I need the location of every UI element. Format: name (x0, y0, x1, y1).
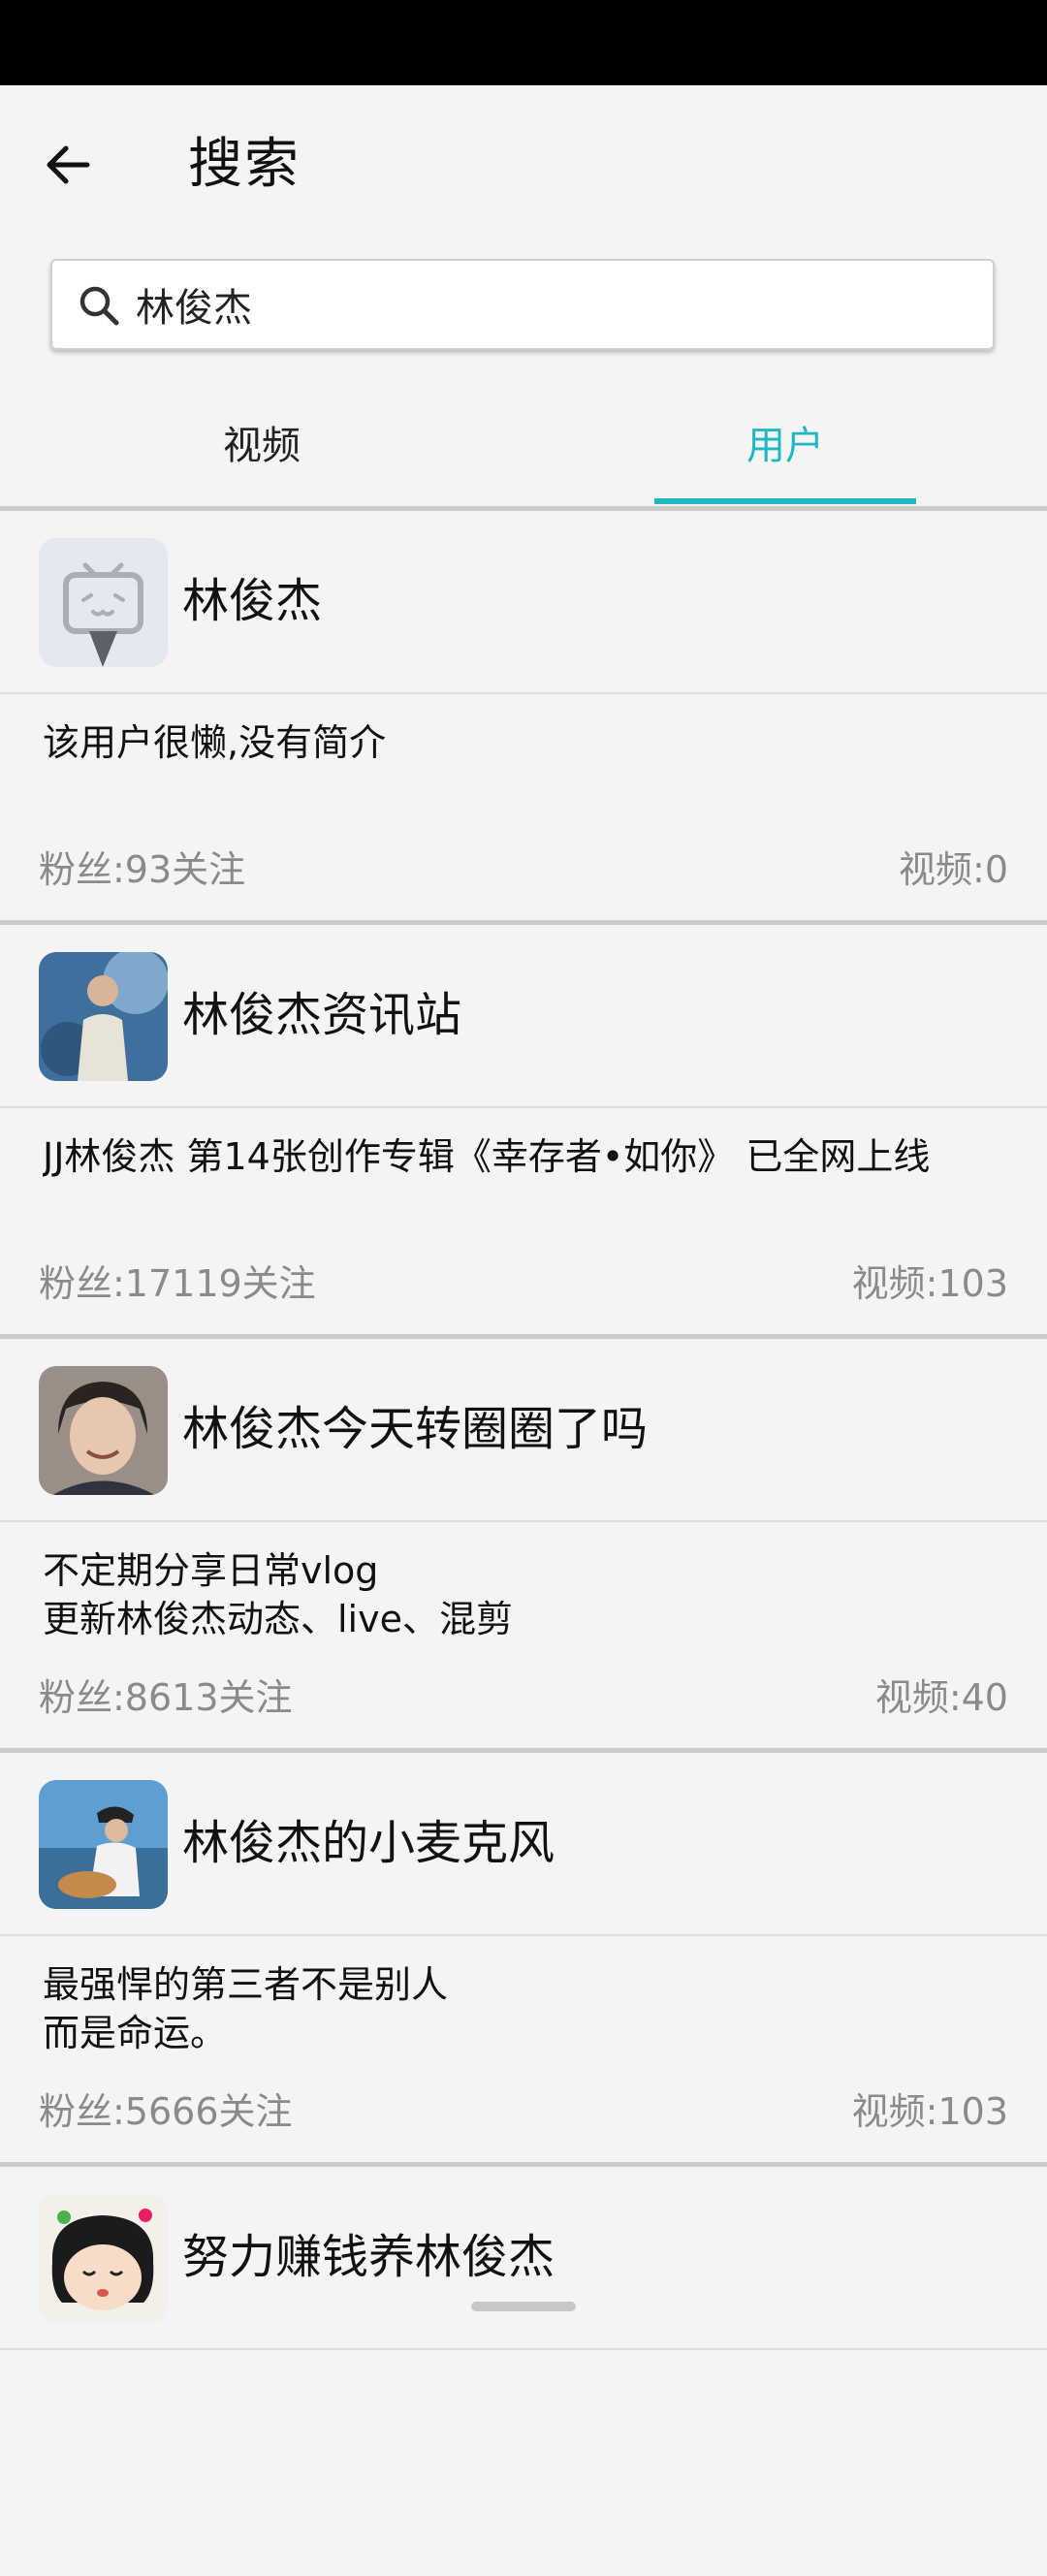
video-count: 视频:0 (899, 848, 1008, 891)
cartoon-avatar-image (39, 2194, 168, 2323)
user-card-header[interactable]: 努力赚钱养林俊杰 (0, 2167, 1047, 2350)
back-button[interactable] (29, 126, 107, 204)
user-bio (43, 2374, 1022, 2469)
user-avatar[interactable] (39, 1366, 168, 1495)
fans-count: 粉丝:5666关注 (39, 2090, 293, 2133)
user-card-header[interactable]: 林俊杰的小麦克风 (0, 1753, 1047, 1936)
user-bio: JJ林俊杰 第14张创作专辑《幸存者•如你》 已全网上线 (43, 1135, 931, 1178)
user-bio: 不定期分享日常vlog 更新林俊杰动态、live、混剪 (43, 1549, 513, 1640)
user-card-header[interactable]: 林俊杰 (0, 511, 1047, 694)
search-box[interactable] (50, 259, 995, 350)
user-card[interactable]: 林俊杰今天转圈圈了吗 不定期分享日常vlog 更新林俊杰动态、live、混剪 粉… (0, 1334, 1047, 1748)
user-name[interactable]: 林俊杰的小麦克风 (182, 1809, 555, 1877)
user-card[interactable]: 林俊杰 该用户很懒,没有简介 粉丝:93关注 视频:0 (0, 506, 1047, 920)
photo-avatar-image (39, 952, 168, 1081)
user-card-header[interactable]: 林俊杰资讯站 (0, 925, 1047, 1108)
user-card[interactable]: 努力赚钱养林俊杰 (0, 2162, 1047, 2576)
user-card[interactable]: 林俊杰的小麦克风 最强悍的第三者不是别人 而是命运。 粉丝:5666关注 视频:… (0, 1748, 1047, 2162)
user-name[interactable]: 努力赚钱养林俊杰 (182, 2223, 555, 2291)
home-indicator[interactable] (471, 2302, 576, 2311)
fans-count: 粉丝:17119关注 (39, 1262, 316, 1305)
user-result-list: 林俊杰 该用户很懒,没有简介 粉丝:93关注 视频:0 林俊杰资讯站 JJ林俊杰… (0, 506, 1047, 2576)
default-tv-avatar-icon (39, 538, 168, 667)
active-tab-indicator (654, 498, 916, 504)
fans-count: 粉丝:8613关注 (39, 1676, 293, 1719)
tab-users[interactable]: 用户 (524, 378, 1047, 506)
user-card-header[interactable]: 林俊杰今天转圈圈了吗 (0, 1339, 1047, 1522)
tab-bar: 视频 用户 (0, 378, 1047, 506)
fans-count: 粉丝:93关注 (39, 848, 246, 891)
search-input[interactable] (136, 274, 969, 334)
user-avatar[interactable] (39, 952, 168, 1081)
user-bio: 该用户很懒,没有简介 (43, 721, 387, 764)
user-avatar[interactable] (39, 538, 168, 667)
user-card[interactable]: 林俊杰资讯站 JJ林俊杰 第14张创作专辑《幸存者•如你》 已全网上线 粉丝:1… (0, 920, 1047, 1334)
user-name[interactable]: 林俊杰资讯站 (182, 981, 461, 1049)
user-avatar[interactable] (39, 2194, 168, 2323)
photo-avatar-image (39, 1780, 168, 1909)
page-title: 搜索 (188, 133, 301, 196)
app-header: 搜索 (0, 85, 1047, 231)
back-arrow-icon (47, 145, 90, 184)
user-bio: 最强悍的第三者不是别人 而是命运。 (43, 1963, 449, 2054)
search-icon (79, 286, 119, 326)
user-avatar[interactable] (39, 1780, 168, 1909)
user-name[interactable]: 林俊杰今天转圈圈了吗 (182, 1395, 648, 1463)
status-bar (0, 0, 1047, 85)
video-count: 视频:103 (851, 2090, 1008, 2133)
user-name[interactable]: 林俊杰 (182, 567, 322, 635)
video-count: 视频:40 (874, 1676, 1008, 1719)
video-count: 视频:103 (851, 1262, 1008, 1305)
tab-videos[interactable]: 视频 (0, 378, 524, 506)
photo-avatar-image (39, 1366, 168, 1495)
